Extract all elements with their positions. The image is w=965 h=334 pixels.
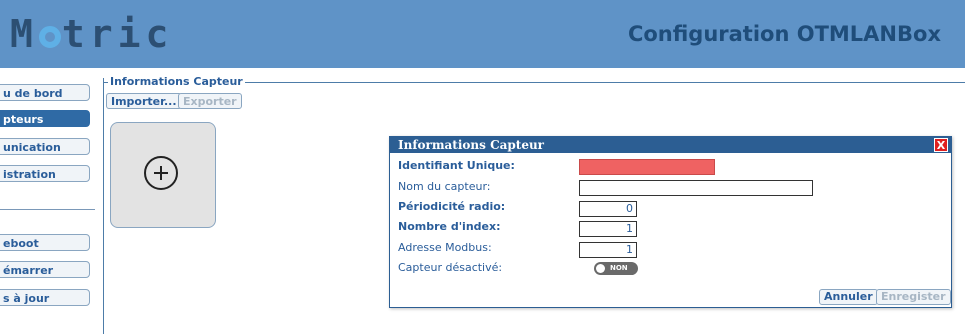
add-sensor-card[interactable] — [110, 122, 216, 228]
save-button[interactable]: Enregister — [876, 289, 951, 305]
dialog-titlebar: Informations Capteur X — [390, 137, 951, 153]
sidebar-item-restart[interactable]: émarrer — [0, 261, 90, 278]
sensor-name-input[interactable] — [579, 180, 813, 196]
radio-period-input[interactable]: 0 — [579, 201, 637, 217]
export-button[interactable]: Exporter — [178, 93, 242, 109]
app-logo: Mtric — [10, 12, 174, 56]
sidebar-item-communication[interactable]: unication — [0, 138, 90, 155]
sidebar-item-dashboard[interactable]: u de bord — [0, 84, 90, 101]
sidebar-item-update[interactable]: s à jour — [0, 289, 90, 306]
page-title: Configuration OTMLANBox — [627, 22, 941, 46]
toggle-knob — [596, 264, 605, 273]
sidebar-divider — [0, 209, 95, 210]
sensor-disabled-toggle[interactable]: NON — [594, 262, 638, 275]
sensor-info-dialog: Informations Capteur X Identifiant Uniqu… — [389, 136, 952, 308]
modbus-address-input[interactable]: 1 — [579, 242, 637, 258]
sidebar-item-administration[interactable]: istration — [0, 165, 90, 182]
logo-o-icon — [38, 26, 61, 48]
sensor-disabled-label: Capteur désactivé: — [398, 261, 503, 274]
toggle-state-label: NON — [610, 264, 628, 272]
sidebar-item-sensors[interactable]: pteurs — [0, 110, 90, 127]
close-icon[interactable]: X — [934, 138, 948, 152]
sensor-name-label: Nom du capteur: — [398, 180, 491, 193]
sidebar-item-reboot[interactable]: eboot — [0, 234, 90, 251]
radio-period-label: Périodicité radio: — [398, 200, 506, 213]
unique-id-label: Identifiant Unique: — [398, 159, 515, 172]
import-button[interactable]: Importer... — [106, 93, 182, 109]
unique-id-input[interactable] — [579, 159, 715, 175]
modbus-address-label: Adresse Modbus: — [398, 241, 492, 254]
content-left-border — [103, 78, 104, 334]
cancel-button[interactable]: Annuler — [819, 289, 878, 305]
app-header: Mtric Configuration OTMLANBox — [0, 0, 965, 68]
index-count-input[interactable]: 1 — [579, 221, 637, 237]
section-legend: Informations Capteur — [108, 75, 245, 88]
index-count-label: Nombre d'index: — [398, 220, 501, 233]
plus-circle-icon — [144, 156, 178, 190]
dialog-title: Informations Capteur — [398, 138, 545, 152]
